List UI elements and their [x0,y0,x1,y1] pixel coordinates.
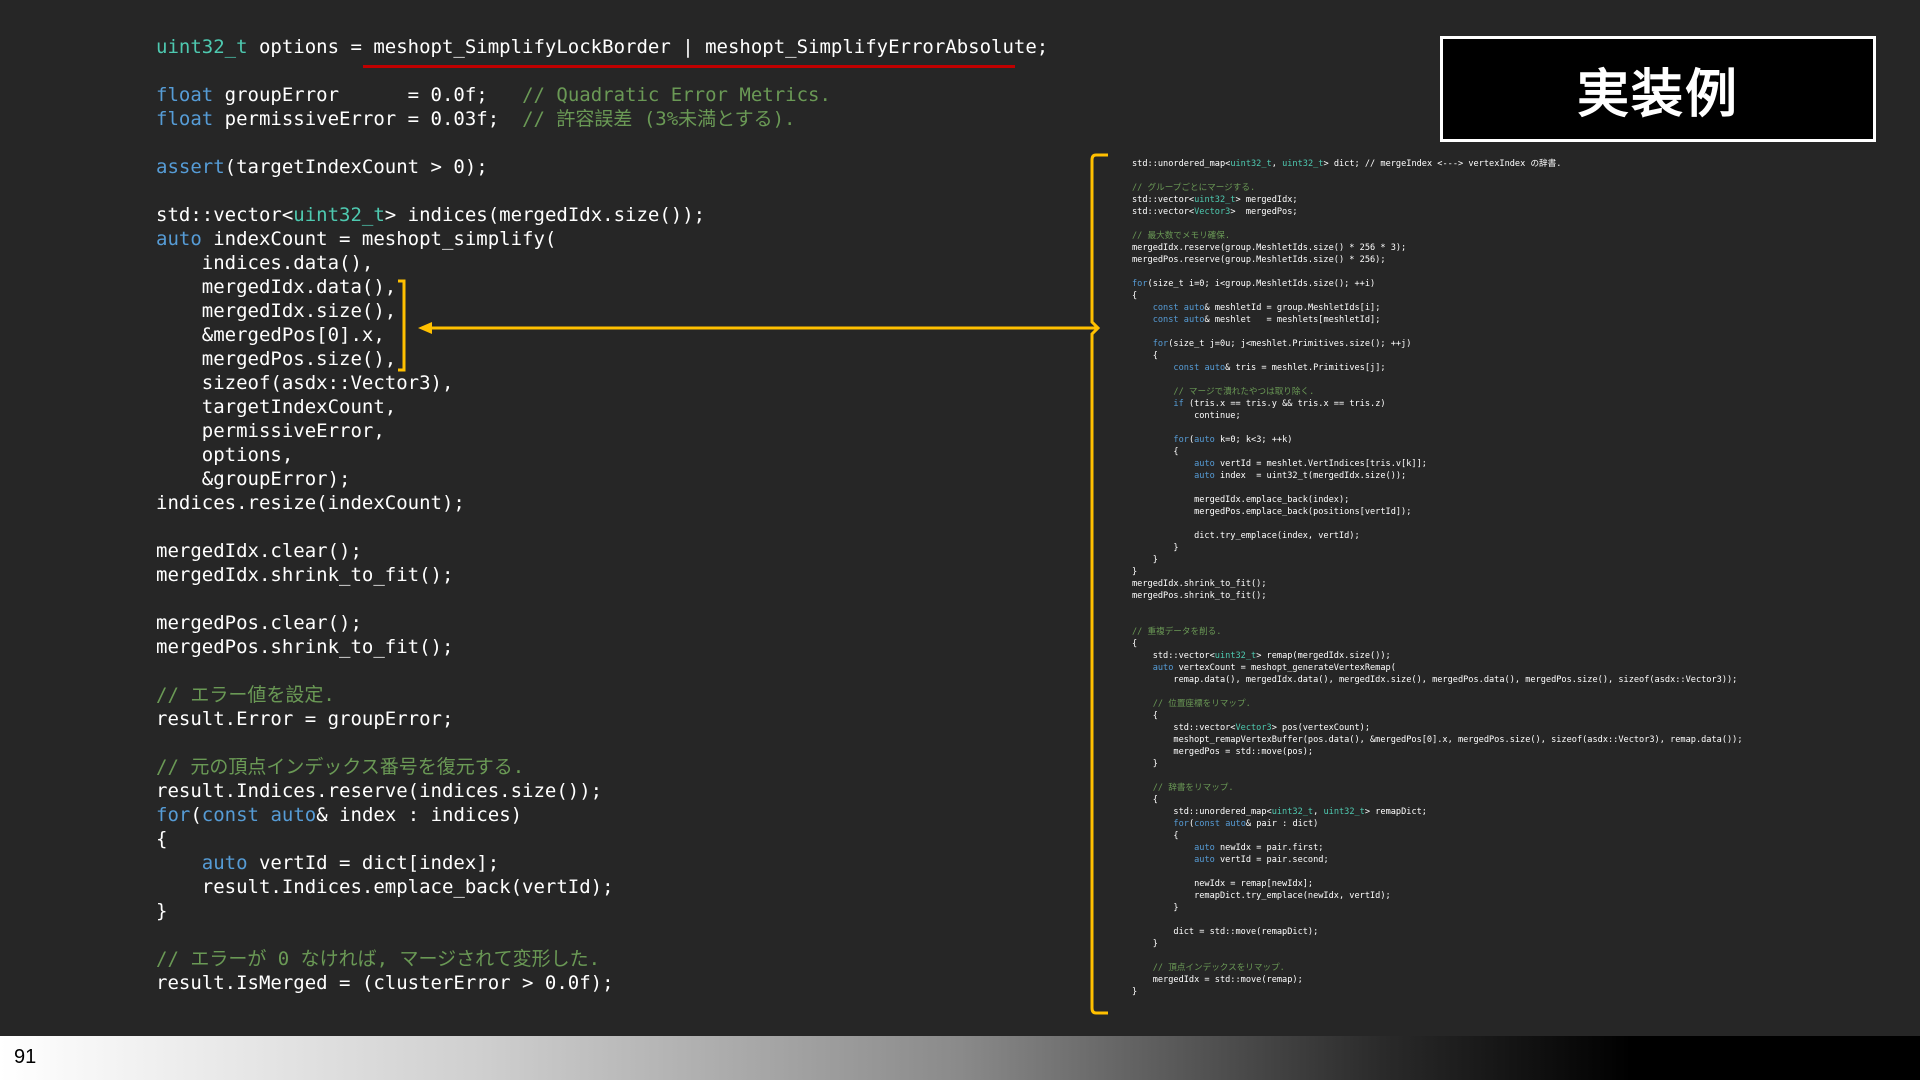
page-number: 91 [14,1046,37,1068]
slide-title: 実装例 [1576,64,1739,125]
right-bracket [1090,153,1108,1015]
footer-bar [0,1036,1920,1080]
bracket-arrow-overlay [398,153,1108,1015]
arrow-head [418,322,432,334]
title-box: 実装例 [1440,36,1876,142]
slide: uint32_t options = meshopt_SimplifyLockB… [0,0,1920,1080]
left-bracket [398,279,406,372]
